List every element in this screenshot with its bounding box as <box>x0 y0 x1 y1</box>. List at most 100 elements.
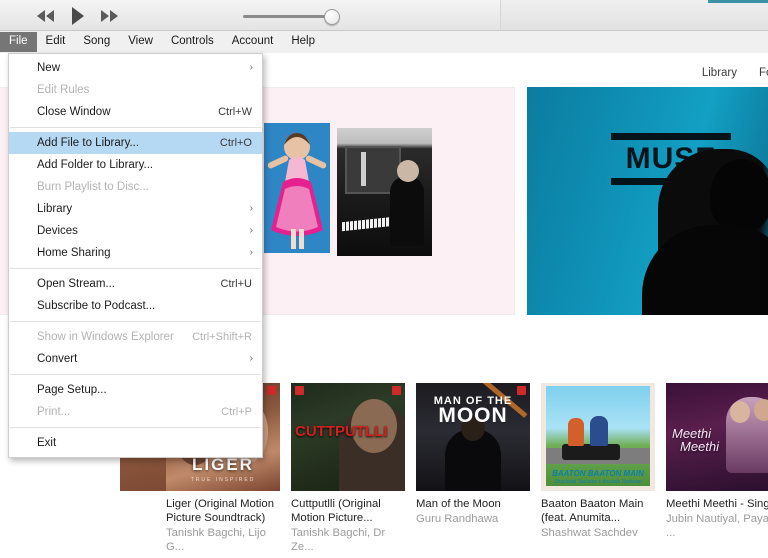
menu-item-shortcut: Ctrl+P <box>207 401 252 423</box>
file-menu-item-page-setup[interactable]: Page Setup... <box>9 379 262 401</box>
album-artist[interactable]: Tanishk Bagchi, Lijo G... <box>166 526 280 554</box>
chevron-right-icon: › <box>250 198 253 220</box>
piano-boy-photo <box>337 128 432 256</box>
nav-tab-for-you[interactable]: For You <box>759 67 768 79</box>
file-menu-item-add-file-to-library[interactable]: Add File to Library...Ctrl+O <box>9 132 262 154</box>
file-menu-item-devices[interactable]: Devices› <box>9 220 262 242</box>
menubar-item-view[interactable]: View <box>119 32 162 52</box>
file-menu-item-new[interactable]: New› <box>9 57 262 79</box>
menubar-item-controls[interactable]: Controls <box>162 32 223 52</box>
file-menu-item-add-folder-to-library[interactable]: Add Folder to Library... <box>9 154 262 176</box>
album-card[interactable]: MeethiMeethi Meethi Meethi - SingleJubin … <box>666 383 768 540</box>
menu-item-label: Show in Windows Explorer <box>37 326 178 348</box>
explicit-badge <box>392 386 401 395</box>
album-title[interactable]: Baaton Baaton Main (feat. Anumita... <box>541 497 655 525</box>
file-menu-item-convert[interactable]: Convert› <box>9 348 262 370</box>
album-artist[interactable]: Shashwat Sachdev <box>541 526 655 540</box>
file-menu-item-library[interactable]: Library› <box>9 198 262 220</box>
file-menu-item-subscribe-to-podcast[interactable]: Subscribe to Podcast... <box>9 295 262 317</box>
album-artist[interactable]: Tanishk Bagchi, Dr Ze... <box>291 526 405 554</box>
album-art-text: LIGER <box>166 455 280 475</box>
menubar-item-help[interactable]: Help <box>282 32 324 52</box>
nav-tabs: Library For You <box>702 63 768 83</box>
menu-item-label: Open Stream... <box>37 273 207 295</box>
menubar-item-edit[interactable]: Edit <box>37 32 75 52</box>
file-menu-item-open-stream[interactable]: Open Stream...Ctrl+U <box>9 273 262 295</box>
art-shape <box>339 405 405 491</box>
player-toolbar-right <box>500 0 768 30</box>
menu-separator <box>10 427 261 428</box>
menu-item-label: Page Setup... <box>37 379 252 401</box>
menubar-item-song[interactable]: Song <box>74 32 119 52</box>
chevron-right-icon: › <box>250 220 253 242</box>
album-art-text-2: Meethi <box>672 440 719 453</box>
art-shape <box>590 416 608 446</box>
menu-separator <box>10 127 261 128</box>
volume-slider[interactable] <box>243 12 338 20</box>
volume-knob[interactable] <box>324 9 340 25</box>
album-card[interactable]: MAN OF THEMOON Man of the MoonGuru Randha… <box>416 383 530 526</box>
play-icon[interactable] <box>70 6 86 26</box>
menu-item-label: Exit <box>37 432 252 454</box>
album-artist[interactable]: Jubin Nautiyal, Payal ... <box>666 512 768 540</box>
label-badge <box>295 386 304 395</box>
album-art-text-2: MOON <box>416 405 530 427</box>
album-title[interactable]: Meethi Meethi - Single <box>666 497 768 511</box>
rewind-icon[interactable] <box>36 9 56 23</box>
explicit-badge <box>267 386 276 395</box>
art-shape <box>726 397 768 473</box>
art-shape <box>562 444 620 460</box>
menu-item-label: Print... <box>37 401 207 423</box>
file-menu-item-close-window[interactable]: Close WindowCtrl+W <box>9 101 262 123</box>
album-title[interactable]: Liger (Original Motion Picture Soundtrac… <box>166 497 280 525</box>
itunes-window: FileEditSongViewControlsAccountHelp Libr… <box>0 0 768 558</box>
ballet-girl-illustration <box>265 129 329 251</box>
album-artist[interactable]: Guru Randhawa <box>416 512 530 526</box>
menu-item-label: Convert <box>37 348 252 370</box>
ballet-photo <box>264 123 330 253</box>
nav-tab-library[interactable]: Library <box>702 67 737 79</box>
menu-item-shortcut: Ctrl+U <box>207 273 252 295</box>
album-art-text: MeethiMeethi <box>672 427 719 453</box>
album-card[interactable]: CUTTPUTLLI Cuttputlli (Original Motion Pi… <box>291 383 405 554</box>
album-artwork[interactable]: MeethiMeethi <box>666 383 768 491</box>
muse-silhouette-head <box>710 159 768 233</box>
menu-item-label: Burn Playlist to Disc... <box>37 176 252 198</box>
album-artwork[interactable]: CUTTPUTLLI <box>291 383 405 491</box>
menu-item-label: Home Sharing <box>37 242 252 264</box>
menu-item-label: Devices <box>37 220 252 242</box>
album-card[interactable]: BAATON BAATON MAINShashwat Sachdev x Anu… <box>541 383 655 540</box>
menubar-item-file[interactable]: File <box>0 32 37 52</box>
muse-silhouette-shoulder <box>642 225 768 315</box>
accent-line <box>708 0 768 3</box>
menu-item-label: Edit Rules <box>37 79 252 101</box>
menu-item-label: New <box>37 57 252 79</box>
piano-boy-figure <box>390 176 424 246</box>
transport-controls <box>36 6 120 26</box>
explicit-badge <box>517 386 526 395</box>
file-menu-item-edit-rules: Edit Rules <box>9 79 262 101</box>
chevron-right-icon: › <box>250 242 253 264</box>
file-menu-dropdown: New›Edit RulesClose WindowCtrl+WAdd File… <box>8 53 263 458</box>
menu-item-label: Library <box>37 198 252 220</box>
menu-item-shortcut: Ctrl+W <box>204 101 252 123</box>
album-title[interactable]: Man of the Moon <box>416 497 530 511</box>
album-art-text: BAATON BAATON MAIN <box>546 469 650 478</box>
fast-forward-icon[interactable] <box>100 9 120 23</box>
file-menu-item-exit[interactable]: Exit <box>9 432 262 454</box>
menu-item-label: Add Folder to Library... <box>37 154 252 176</box>
chevron-right-icon: › <box>250 348 253 370</box>
file-menu-item-show-in-windows-explorer: Show in Windows ExplorerCtrl+Shift+R <box>9 326 262 348</box>
menu-item-label: Subscribe to Podcast... <box>37 295 252 317</box>
album-artwork[interactable]: MAN OF THEMOON <box>416 383 530 491</box>
art-shape <box>445 429 501 491</box>
art-inner: BAATON BAATON MAINShashwat Sachdev x Anu… <box>546 386 650 486</box>
menubar-item-account[interactable]: Account <box>223 32 283 52</box>
muse-banner[interactable]: MUSE <box>527 87 768 315</box>
album-art-subtext: Shashwat Sachdev x Anumita Nadesan <box>546 479 650 485</box>
file-menu-item-home-sharing[interactable]: Home Sharing› <box>9 242 262 264</box>
menu-separator <box>10 268 261 269</box>
art-shape <box>568 418 584 446</box>
album-title[interactable]: Cuttputlli (Original Motion Picture... <box>291 497 405 525</box>
album-artwork[interactable]: BAATON BAATON MAINShashwat Sachdev x Anu… <box>541 383 655 491</box>
